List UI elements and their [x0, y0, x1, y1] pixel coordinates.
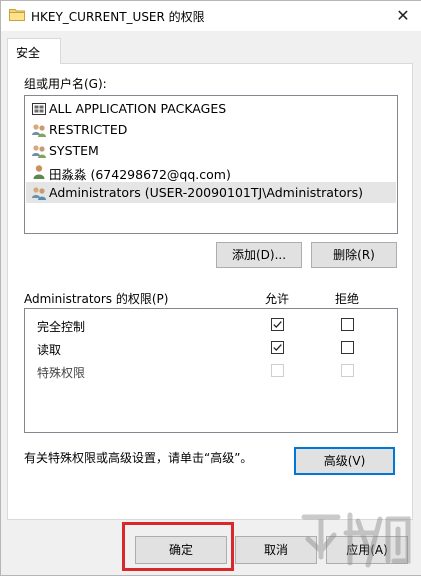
cancel-button[interactable]: 取消 [235, 536, 317, 564]
advanced-hint: 有关特殊权限或高级设置，请单击“高级”。 [24, 451, 253, 465]
group-icon [31, 143, 47, 159]
permission-label: 特殊权限 [37, 366, 86, 380]
advanced-button[interactable]: 高级(V) [294, 447, 395, 475]
app-packages-icon [31, 101, 47, 117]
permissions-label: Administrators 的权限(P) [24, 292, 169, 306]
read-allow-checkbox[interactable] [271, 341, 284, 354]
remove-button[interactable]: 删除(R) [311, 242, 397, 268]
apply-button[interactable]: 应用(A) [326, 536, 408, 564]
permission-label: 读取 [37, 343, 62, 357]
group-icon [31, 185, 47, 201]
group-icon [31, 122, 47, 138]
list-item-label: SYSTEM [49, 143, 99, 158]
title-bar[interactable]: HKEY_CURRENT_USER 的权限 ✕ [0, 0, 421, 31]
list-item[interactable]: SYSTEM [26, 140, 396, 161]
list-item-label: Administrators (USER-20090101TJ\Administ… [49, 185, 364, 200]
list-item[interactable]: ALL APPLICATION PACKAGES [26, 98, 396, 119]
deny-header: 拒绝 [335, 292, 360, 306]
window-title: HKEY_CURRENT_USER 的权限 [31, 10, 205, 24]
tab-security-label: 安全 [16, 46, 41, 60]
list-item-label: 田淼淼 (674298672@qq.com) [49, 167, 231, 182]
user-icon [31, 164, 47, 180]
group-user-list[interactable]: ALL APPLICATION PACKAGES RESTRICTED SYST… [24, 95, 398, 234]
full-control-allow-checkbox[interactable] [271, 318, 284, 331]
special-deny-checkbox [341, 364, 354, 377]
list-item[interactable]: RESTRICTED [26, 119, 396, 140]
groups-label: 组或用户名(G): [24, 77, 107, 91]
list-item-label: RESTRICTED [49, 122, 128, 137]
list-item-label: ALL APPLICATION PACKAGES [49, 101, 227, 116]
list-item-selected[interactable]: Administrators (USER-20090101TJ\Administ… [26, 182, 396, 203]
read-deny-checkbox[interactable] [341, 341, 354, 354]
folder-icon [9, 8, 25, 21]
list-item[interactable]: 田淼淼 (674298672@qq.com) [26, 161, 396, 182]
tab-security[interactable]: 安全 [7, 38, 61, 64]
allow-header: 允许 [265, 292, 290, 306]
add-button[interactable]: 添加(D)... [216, 242, 302, 268]
full-control-deny-checkbox[interactable] [341, 318, 354, 331]
close-icon: ✕ [396, 6, 410, 25]
ok-button[interactable]: 确定 [135, 536, 227, 564]
permission-label: 完全控制 [37, 320, 86, 334]
special-allow-checkbox [271, 364, 284, 377]
close-button[interactable]: ✕ [386, 1, 420, 30]
